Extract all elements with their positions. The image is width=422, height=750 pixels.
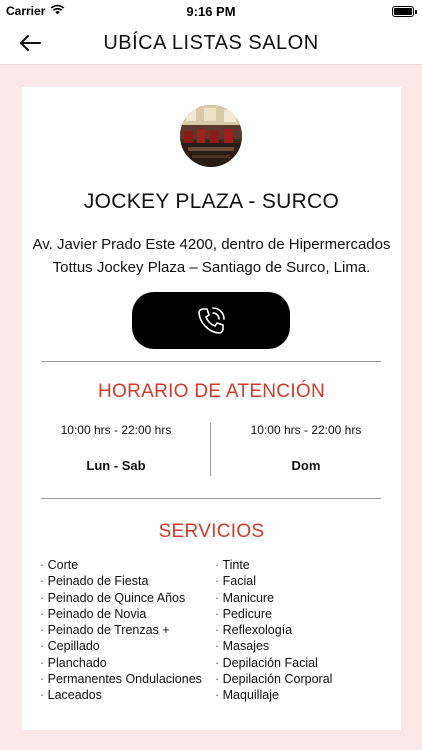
address-line-2: Tottus Jockey Plaza – Santiago de Surco,…: [52, 259, 371, 276]
service-item: Permanentes Ondulaciones: [40, 671, 202, 687]
service-item: Reflexología: [215, 622, 332, 638]
wifi-icon: [50, 4, 65, 18]
store-name: JOCKEY PLAZA - SURCO: [83, 190, 340, 213]
service-item: Tinte: [215, 557, 332, 573]
service-item: Maquillaje: [215, 687, 332, 703]
service-item: Manicure: [215, 590, 332, 606]
hours-sunday: 10:00 hrs - 22:00 hrs Dom: [212, 423, 400, 473]
service-item: Depilación Facial: [215, 655, 332, 671]
services-title: SERVICIOS: [158, 521, 265, 542]
service-item: Peinado de Quince Años: [40, 590, 202, 606]
service-item: Facial: [215, 573, 332, 589]
services-list-right: Tinte Facial Manicure Pedicure Reflexolo…: [215, 557, 332, 704]
status-bar: Carrier 9:16 PM: [0, 0, 422, 22]
hours-time: 10:00 hrs - 22:00 hrs: [250, 423, 362, 437]
address-line-1: Av. Javier Prado Este 4200, dentro de Hi…: [32, 236, 391, 253]
divider-top: [41, 361, 381, 362]
services-list-left: Corte Peinado de Fiesta Peinado de Quinc…: [40, 557, 202, 704]
service-item: Peinado de Novia: [40, 606, 202, 622]
hours-time: 10:00 hrs - 22:00 hrs: [60, 423, 172, 437]
service-item: Depilación Corporal: [215, 671, 333, 687]
service-item: Planchado: [40, 655, 202, 671]
hours-divider: [210, 423, 211, 476]
service-item: Laceados: [40, 687, 202, 703]
battery-icon: [392, 5, 417, 17]
phone-call-icon: [198, 306, 225, 334]
hours-title: HORARIO DE ATENCIÓN: [97, 381, 326, 402]
divider-bottom: [41, 498, 381, 499]
status-left: Carrier: [6, 4, 65, 18]
hours-days: Dom: [291, 458, 321, 473]
call-button[interactable]: [132, 292, 290, 349]
hours-weekdays: 10:00 hrs - 22:00 hrs Lun - Sab: [22, 423, 210, 473]
hours-days: Lun - Sab: [86, 458, 146, 473]
service-item: Pedicure: [215, 606, 332, 622]
arrow-left-icon: [20, 35, 41, 51]
store-photo: [180, 105, 242, 167]
back-button[interactable]: [14, 30, 46, 56]
service-item: Peinado de Fiesta: [40, 573, 202, 589]
service-item: Corte: [40, 557, 202, 573]
store-card: JOCKEY PLAZA - SURCO Av. Javier Prado Es…: [22, 87, 401, 730]
service-item: Masajes: [215, 638, 332, 654]
navigation-bar: UBÍCA LISTAS SALON: [0, 22, 422, 65]
page-title: UBÍCA LISTAS SALON: [103, 31, 319, 54]
service-item: Cepillado: [40, 638, 202, 654]
service-item: Peinado de Trenzas +: [40, 622, 202, 638]
store-address: Av. Javier Prado Este 4200, dentro de Hi…: [22, 233, 401, 279]
carrier-label: Carrier: [6, 4, 46, 18]
